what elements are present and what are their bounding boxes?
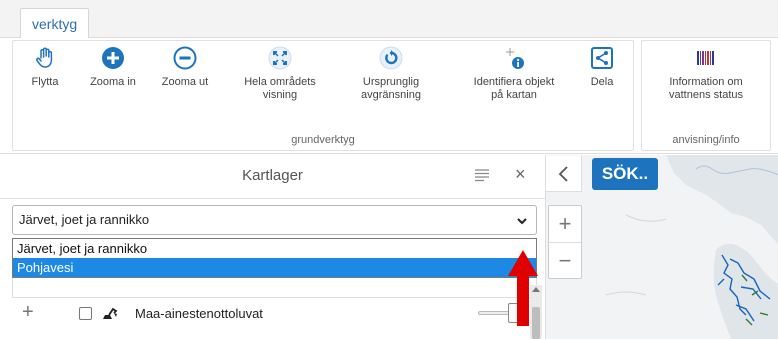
expand-layer-icon[interactable]: + bbox=[22, 302, 34, 322]
layer-group-select[interactable]: Järvet, joet ja rannikko bbox=[12, 205, 537, 235]
tool-label: Flytta bbox=[31, 76, 59, 88]
map-zoom-control: + − bbox=[548, 205, 582, 279]
identify-info-icon bbox=[506, 48, 524, 69]
chevron-left-icon bbox=[558, 166, 568, 182]
hand-icon bbox=[36, 47, 53, 68]
tool-label: Identifiera objekt bbox=[473, 76, 555, 88]
group-label: grundverktyg bbox=[291, 134, 355, 146]
panel-header: Kartlager × bbox=[0, 155, 545, 199]
map-zoom-in-button[interactable]: + bbox=[549, 206, 581, 242]
share-icon bbox=[591, 47, 613, 69]
excavator-icon bbox=[103, 307, 118, 319]
ribbon-tab-bar: verktyg bbox=[0, 0, 778, 39]
chevron-down-icon bbox=[517, 218, 527, 225]
share-button[interactable]: Dela bbox=[580, 46, 624, 89]
pan-button[interactable]: Flytta bbox=[20, 46, 70, 89]
panel-title: Kartlager bbox=[242, 167, 303, 184]
water-status-info-button[interactable]: Information om vattnens status bbox=[648, 46, 764, 102]
tool-label: visning bbox=[262, 89, 298, 101]
select-option-selected[interactable]: Pohjavesi bbox=[13, 258, 536, 277]
zoom-out-button[interactable]: Zooma ut bbox=[154, 46, 216, 89]
barcode-icon bbox=[697, 51, 714, 65]
expand-icon bbox=[268, 46, 292, 70]
tool-label: Ursprunglig bbox=[362, 76, 420, 88]
tool-label: Dela bbox=[590, 76, 614, 88]
layer-name: Maa-ainestenottoluvat bbox=[135, 306, 263, 321]
tool-label: Information om bbox=[669, 76, 743, 88]
tool-label: Hela områdets bbox=[244, 76, 316, 88]
full-extent-button[interactable]: Hela områdets visning bbox=[232, 46, 328, 102]
tool-label: avgränsning bbox=[361, 89, 421, 101]
select-option[interactable]: Järvet, joet ja rannikko bbox=[13, 239, 536, 258]
tool-label: Zooma ut bbox=[161, 76, 209, 88]
select-value: Järvet, joet ja rannikko bbox=[19, 212, 150, 227]
identify-button[interactable]: Identifiera objekt på kartan bbox=[458, 46, 570, 102]
map-zoom-out-button[interactable]: − bbox=[549, 242, 581, 278]
close-icon[interactable]: × bbox=[515, 165, 526, 183]
menu-icon[interactable] bbox=[474, 167, 490, 183]
plus-circle-icon bbox=[102, 47, 124, 69]
tool-label: Zooma in bbox=[90, 76, 136, 88]
ribbon-body: grundverktyg anvisning/info Flytta Zooma… bbox=[0, 38, 778, 154]
tool-label: på kartan bbox=[491, 89, 537, 101]
hidden-filter-row bbox=[12, 278, 537, 298]
select-dropdown: Järvet, joet ja rannikko Pohjavesi bbox=[12, 238, 537, 278]
tool-label: vattnens status bbox=[669, 89, 743, 101]
red-arrow-annotation bbox=[508, 250, 538, 326]
collapse-panel-button[interactable] bbox=[546, 156, 582, 192]
minus-circle-icon bbox=[173, 46, 197, 70]
layer-row: + Maa-ainestenottoluvat bbox=[0, 298, 545, 334]
initial-extent-button[interactable]: Ursprunglig avgränsning bbox=[348, 46, 434, 102]
search-button[interactable]: SÖK.. bbox=[592, 158, 658, 190]
group-label: anvisning/info bbox=[672, 134, 740, 146]
refresh-icon bbox=[379, 46, 403, 70]
tab-verktyg[interactable]: verktyg bbox=[20, 8, 90, 39]
layer-visibility-checkbox[interactable] bbox=[79, 307, 92, 320]
zoom-in-button[interactable]: Zooma in bbox=[82, 46, 144, 89]
layer-panel: Kartlager × Järvet, joet ja rannikko Jär… bbox=[0, 155, 545, 339]
